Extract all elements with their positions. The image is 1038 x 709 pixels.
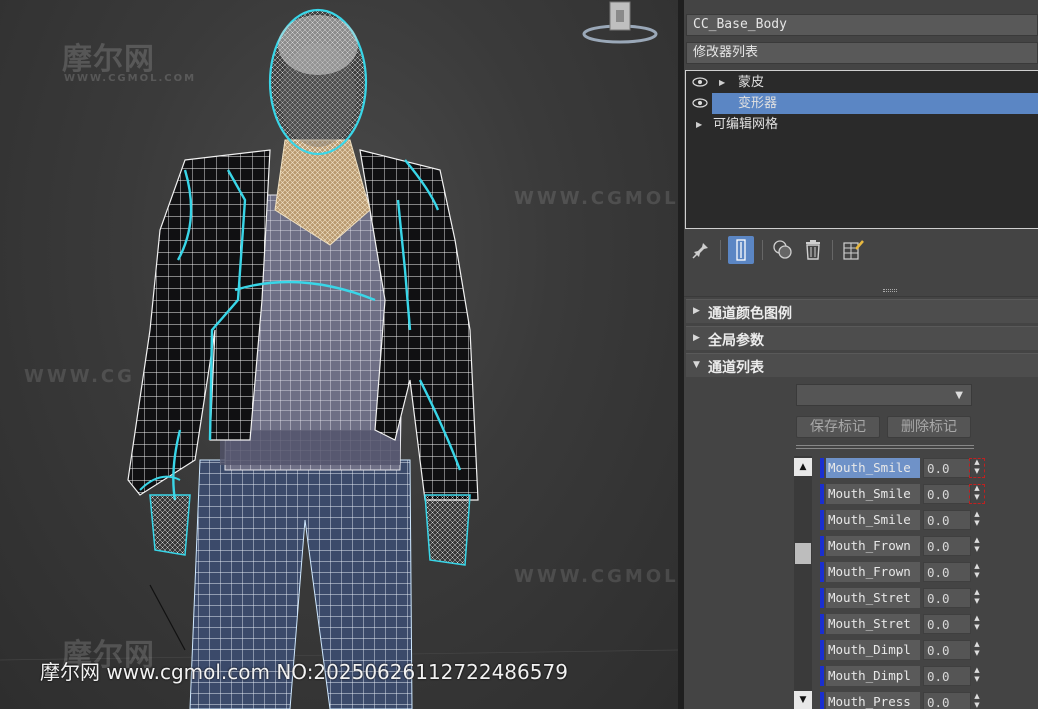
channel-value-field[interactable]: 0.0: [923, 614, 971, 634]
spinner-icon[interactable]: ▲ ▼: [971, 692, 983, 709]
scrollbar-thumb[interactable]: [795, 543, 811, 564]
expand-arrow-icon[interactable]: ▶: [696, 114, 702, 135]
channel-color-strip: [820, 640, 824, 660]
channel-color-strip: [820, 536, 824, 556]
channel-color-strip: [820, 614, 824, 634]
channel-name-button[interactable]: Mouth_Smile: [826, 510, 920, 530]
channel-color-strip: [820, 562, 824, 582]
eye-icon[interactable]: [692, 77, 708, 87]
chevron-down-icon: ▼: [955, 390, 963, 401]
channel-name-button[interactable]: Mouth_Stret: [826, 588, 920, 608]
image-caption: 摩尔网 www.cgmol.com NO:2025062611272248657…: [40, 660, 568, 684]
remove-modifier-icon[interactable]: [800, 236, 826, 264]
3d-viewport[interactable]: 摩尔网 WWW.CGMOL.COM WWW.CGMOL.COM WWW.CG W…: [0, 0, 678, 709]
show-end-result-icon[interactable]: [728, 236, 754, 264]
scroll-up-icon[interactable]: ▲: [794, 458, 812, 476]
channel-row[interactable]: Mouth_Stret 0.0 ▲ ▼: [816, 586, 1038, 610]
channel-name-button[interactable]: Mouth_Frown: [826, 562, 920, 582]
channel-color-strip: [820, 588, 824, 608]
channel-value-field[interactable]: 0.0: [923, 484, 971, 504]
channel-value-field[interactable]: 0.0: [923, 640, 971, 660]
stack-toolbar: [684, 234, 1038, 268]
collapsed-arrow-icon: ▶: [693, 333, 700, 343]
channel-value-field[interactable]: 0.0: [923, 510, 971, 530]
marker-dropdown[interactable]: ▼: [796, 384, 972, 406]
make-unique-icon[interactable]: [770, 236, 796, 264]
spinner-icon[interactable]: ▲ ▼: [971, 640, 983, 660]
modifier-list-dropdown[interactable]: 修改器列表: [686, 42, 1038, 64]
watermark-logo: 摩尔网: [62, 42, 155, 77]
rollout-title: 通道颜色图例: [708, 306, 792, 322]
channel-color-strip: [820, 666, 824, 686]
spinner-icon[interactable]: ▲ ▼: [971, 536, 983, 556]
scroll-down-icon[interactable]: ▼: [794, 691, 812, 709]
channel-value-field[interactable]: 0.0: [923, 458, 971, 478]
watermark-small-text: WWW.CGMOL.COM: [64, 73, 197, 84]
channel-row[interactable]: Mouth_Smile 0.0 ▲ ▼: [816, 482, 1038, 506]
spinner-icon[interactable]: ▲ ▼: [971, 484, 983, 504]
object-name-field[interactable]: CC_Base_Body: [686, 14, 1038, 36]
character-wireframe-model[interactable]: [0, 0, 678, 709]
expanded-arrow-icon: ▼: [693, 360, 700, 370]
channel-row[interactable]: Mouth_Frown 0.0 ▲ ▼: [816, 534, 1038, 558]
channel-value-field[interactable]: 0.0: [923, 562, 971, 582]
rollout-channel-list[interactable]: ▼ 通道列表: [686, 353, 1038, 377]
modify-panel: CC_Base_Body 修改器列表 ▶ 蒙皮 变形器 ▶ 可编辑网格 ▶ 通道…: [684, 0, 1038, 709]
rollout-title: 全局参数: [708, 333, 764, 349]
channel-color-strip: [820, 484, 824, 504]
channel-row[interactable]: Mouth_Stret 0.0 ▲ ▼: [816, 612, 1038, 636]
rollout-channel-color-legend[interactable]: ▶ 通道颜色图例: [686, 299, 1038, 323]
channel-value-field[interactable]: 0.0: [923, 536, 971, 556]
stack-item-label: 蒙皮: [738, 75, 765, 90]
channel-value-field[interactable]: 0.0: [923, 588, 971, 608]
rollout-title: 通道列表: [708, 360, 764, 376]
save-marker-button[interactable]: 保存标记: [796, 416, 880, 438]
watermark-url: WWW.CGMOL.COM: [514, 188, 678, 209]
channel-row[interactable]: Mouth_Press 0.0 ▲ ▼: [816, 690, 1038, 709]
channel-name-button[interactable]: Mouth_Smile: [826, 458, 920, 478]
spinner-icon[interactable]: ▲ ▼: [971, 588, 983, 608]
rollout-global-params[interactable]: ▶ 全局参数: [686, 326, 1038, 350]
channel-color-strip: [820, 458, 824, 478]
delete-marker-button[interactable]: 删除标记: [887, 416, 971, 438]
channel-value-field[interactable]: 0.0: [923, 692, 971, 709]
channel-name-button[interactable]: Mouth_Dimpl: [826, 640, 920, 660]
channel-color-strip: [820, 510, 824, 530]
separator: [796, 445, 974, 449]
channel-color-strip: [820, 692, 824, 709]
channel-row[interactable]: Mouth_Dimpl 0.0 ▲ ▼: [816, 638, 1038, 662]
channel-list: ▲ ▼ Mouth_Smile 0.0 ▲ ▼ Mouth_Smile 0.0 ▲…: [794, 456, 1038, 709]
stack-item-morpher[interactable]: 变形器: [686, 93, 1038, 114]
spinner-icon[interactable]: ▲ ▼: [971, 510, 983, 530]
eye-icon[interactable]: [692, 98, 708, 108]
spinner-icon[interactable]: ▲ ▼: [971, 562, 983, 582]
viewcube[interactable]: [580, 0, 660, 48]
channel-name-button[interactable]: Mouth_Dimpl: [826, 666, 920, 686]
modifier-stack: ▶ 蒙皮 变形器 ▶ 可编辑网格: [685, 70, 1038, 229]
channel-row[interactable]: Mouth_Frown 0.0 ▲ ▼: [816, 560, 1038, 584]
channel-scrollbar[interactable]: ▲ ▼: [794, 456, 812, 709]
channel-name-button[interactable]: Mouth_Press: [826, 692, 920, 709]
expand-arrow-icon[interactable]: ▶: [719, 72, 725, 93]
stack-item-editable-mesh[interactable]: ▶ 可编辑网格: [686, 114, 1038, 135]
stack-item-label: 可编辑网格: [713, 117, 779, 132]
channel-name-button[interactable]: Mouth_Smile: [826, 484, 920, 504]
configure-modifier-sets-icon[interactable]: [840, 236, 866, 264]
channel-row[interactable]: Mouth_Dimpl 0.0 ▲ ▼: [816, 664, 1038, 688]
spinner-icon[interactable]: ▲ ▼: [971, 666, 983, 686]
channel-value-field[interactable]: 0.0: [923, 666, 971, 686]
channel-name-button[interactable]: Mouth_Frown: [826, 536, 920, 556]
channel-row[interactable]: Mouth_Smile 0.0 ▲ ▼: [816, 508, 1038, 532]
collapsed-arrow-icon: ▶: [693, 306, 700, 316]
channel-name-button[interactable]: Mouth_Stret: [826, 614, 920, 634]
spinner-icon[interactable]: ▲ ▼: [971, 458, 983, 478]
stack-item-label: 变形器: [738, 96, 778, 111]
pin-stack-icon[interactable]: [688, 236, 714, 264]
stack-item-skin[interactable]: ▶ 蒙皮: [686, 72, 1038, 93]
watermark-url-partial: WWW.CG: [24, 366, 135, 387]
panel-resize-grip[interactable]: [883, 289, 897, 292]
channel-row[interactable]: Mouth_Smile 0.0 ▲ ▼: [816, 456, 1038, 480]
spinner-icon[interactable]: ▲ ▼: [971, 614, 983, 634]
watermark-url: WWW.CGMOL.COM: [514, 566, 678, 587]
